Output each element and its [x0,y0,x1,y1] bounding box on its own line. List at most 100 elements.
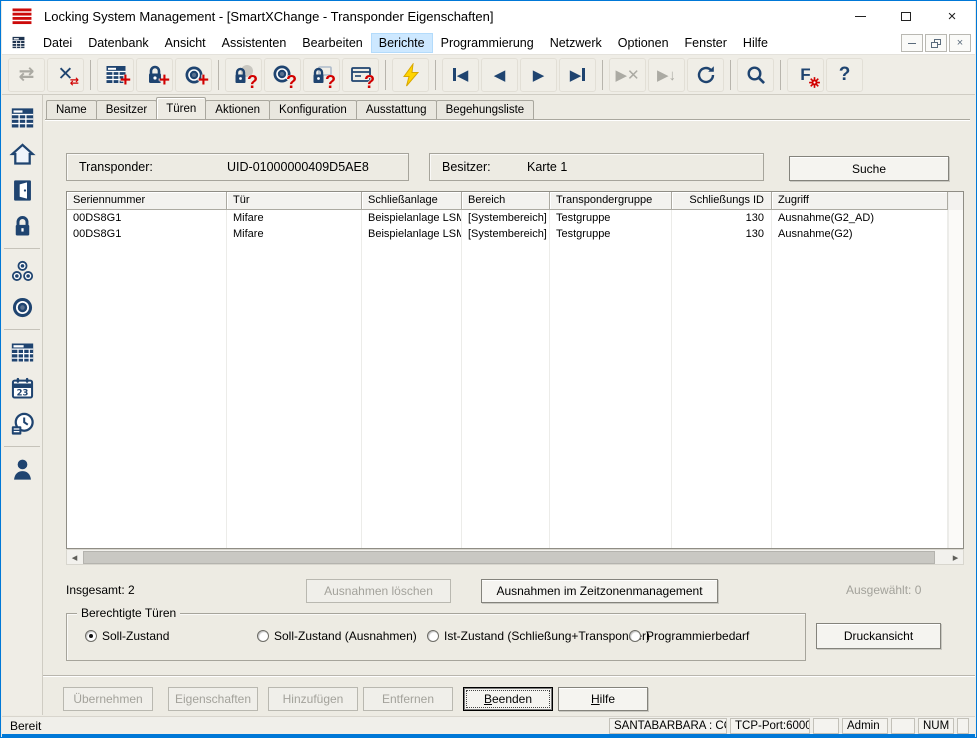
mdi-close-button[interactable]: × [949,34,971,52]
sidebar-item-user[interactable] [5,452,39,486]
sidebar-item-home[interactable] [5,137,39,171]
sidebar-item-matrix-view[interactable] [5,335,39,369]
search-button-toolbar[interactable] [737,58,774,92]
mdi-restore-button[interactable] [925,34,947,52]
column-header-schliessungs-id[interactable]: Schließungs ID [672,192,772,210]
menu-item-bearbeiten[interactable]: Bearbeiten [294,33,370,53]
close-button[interactable]: × [929,1,975,31]
column-header-transpondergruppe[interactable]: Transpondergruppe [550,192,672,210]
scroll-right-icon[interactable]: ▸ [948,550,963,564]
column-header-schliessanlage[interactable]: Schließanlage [362,192,462,210]
besitzer-label: Besitzer: [442,160,491,174]
read-transponder-button[interactable]: ? [264,58,301,92]
sidebar-item-locks[interactable] [5,209,39,243]
sidebar-item-log[interactable] [5,407,39,441]
beenden-button[interactable]: Beenden [463,687,553,711]
last-record-icon: ▶ [570,66,586,84]
column-header-zugriff[interactable]: Zugriff [772,192,948,210]
entfernen-button[interactable]: Entfernen [363,687,453,711]
disconnect-button[interactable]: ✕⇄ [47,58,84,92]
column-header-seriennummer[interactable]: Seriennummer [67,192,227,210]
new-lock-button[interactable]: + [136,58,173,92]
read-lock-button[interactable]: ? [225,58,262,92]
toolbar-separator [435,60,436,90]
radio-dot [427,630,439,642]
next-record-button[interactable]: ▶ [520,58,557,92]
new-locking-system-button[interactable]: + [97,58,134,92]
tab-begehungsliste[interactable]: Begehungsliste [436,100,535,119]
delete-exceptions-button[interactable]: Ausnahmen löschen [306,579,451,603]
menu-item-assistenten[interactable]: Assistenten [214,33,295,53]
scroll-left-icon[interactable]: ◂ [67,550,82,564]
new-transponder-button[interactable]: + [175,58,212,92]
status-message: Bereit [10,719,609,733]
mdi-minimize-button[interactable] [901,34,923,52]
first-record-button[interactable]: ◀ [442,58,479,92]
tab-baseline [45,119,970,120]
toolbar-separator [385,60,386,90]
read-order-button[interactable]: ? [342,58,379,92]
menu-item-datenbank[interactable]: Datenbank [80,33,156,53]
minimize-icon [855,16,866,17]
sidebar-item-doors[interactable] [5,173,39,207]
scrollbar-thumb[interactable] [83,551,935,564]
suche-button[interactable]: Suche [789,156,949,181]
hilfe-button[interactable]: Hilfe [558,687,648,711]
previous-record-button[interactable]: ◀ [481,58,518,92]
radio-programmierbedarf[interactable]: Programmierbedarf [629,629,749,643]
menu-item-fenster[interactable]: Fenster [677,33,735,53]
program-button[interactable] [392,58,429,92]
tab-tueren[interactable]: Türen [156,97,206,119]
menu-item-optionen[interactable]: Optionen [610,33,677,53]
maximize-button[interactable] [883,1,929,31]
title-bar: Locking System Management - [SmartXChang… [2,1,975,31]
sidebar-item-transponder-groups[interactable] [5,254,39,288]
calendar-icon: 23 [9,375,36,402]
sidebar-item-transponders[interactable] [5,290,39,324]
post-record-button[interactable]: ▶↓ [648,58,685,92]
table-row[interactable]: 00DS8G1 Mifare Beispielanlage LSM ... [S… [67,210,963,226]
radio-soll-zustand[interactable]: Soll-Zustand [85,629,169,643]
menu-item-ansicht[interactable]: Ansicht [157,33,214,53]
status-resize-grip [957,718,969,734]
horizontal-scrollbar[interactable]: ◂ ▸ [66,549,964,565]
refresh-icon [694,63,718,87]
cancel-record-button[interactable]: ▶✕ [609,58,646,92]
read-lock-network-button[interactable]: ? [303,58,340,92]
uebernehmen-button[interactable]: Übernehmen [63,687,153,711]
tab-besitzer[interactable]: Besitzer [96,100,158,119]
menu-item-berichte[interactable]: Berichte [371,33,433,53]
home-icon [9,141,36,168]
sidebar-item-calendar[interactable]: 23 [5,371,39,405]
radio-soll-zustand-ausnahmen[interactable]: Soll-Zustand (Ausnahmen) [257,629,417,643]
column-header-tuer[interactable]: Tür [227,192,362,210]
connect-button[interactable]: ⇄ [8,58,45,92]
help-button[interactable]: ? [826,58,863,92]
eigenschaften-button[interactable]: Eigenschaften [168,687,258,711]
table-row[interactable]: 00DS8G1 Mifare Beispielanlage LSM ... [S… [67,226,963,242]
menu-item-netzwerk[interactable]: Netzwerk [542,33,610,53]
radio-ist-zustand[interactable]: Ist-Zustand (Schließung+Transponder) [427,629,650,643]
connect-icon: ⇄ [19,63,35,86]
column-header-bereich[interactable]: Bereich [462,192,550,210]
cell-transpondergruppe: Testgruppe [550,226,672,242]
exceptions-timezone-button[interactable]: Ausnahmen im Zeitzonenmanagement [481,579,718,603]
sidebar-item-matrix[interactable] [5,101,39,135]
cancel-record-icon: ▶✕ [615,66,639,84]
menu-item-datei[interactable]: Datei [35,33,80,53]
menu-item-hilfe[interactable]: Hilfe [735,33,776,53]
tab-ausstattung[interactable]: Ausstattung [356,100,437,119]
last-record-button[interactable]: ▶ [559,58,596,92]
plus-icon: + [198,71,209,90]
minimize-button[interactable] [837,1,883,31]
filter-button[interactable]: F [787,58,824,92]
cell-transpondergruppe: Testgruppe [550,210,672,226]
menu-item-programmierung[interactable]: Programmierung [433,33,542,53]
tab-konfiguration[interactable]: Konfiguration [269,100,357,119]
druckansicht-button[interactable]: Druckansicht [816,623,941,649]
refresh-button[interactable] [687,58,724,92]
hinzufuegen-button[interactable]: Hinzufügen [268,687,358,711]
sidebar-separator [4,446,40,447]
tab-aktionen[interactable]: Aktionen [205,100,270,119]
tab-name[interactable]: Name [46,100,97,119]
